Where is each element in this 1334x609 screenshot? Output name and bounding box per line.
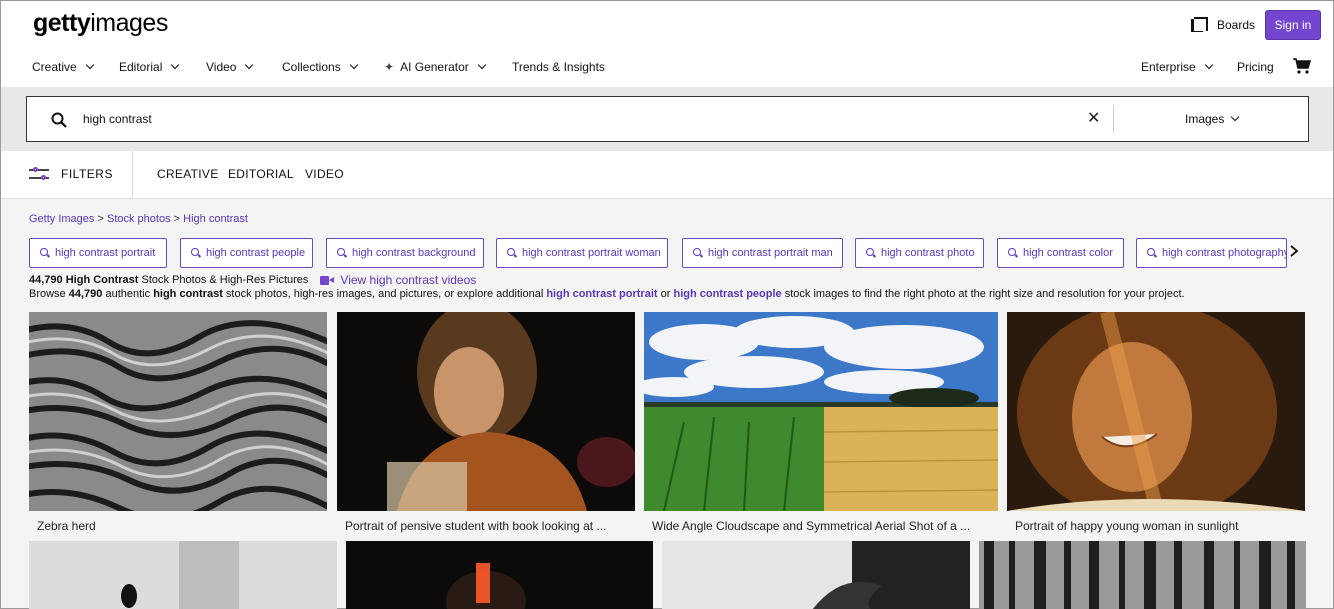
search-icon[interactable] <box>51 112 67 128</box>
chevron-down-icon <box>477 60 487 70</box>
getty-images-logo[interactable]: gettyimages <box>33 9 168 38</box>
nav-editorial[interactable]: Editorial <box>119 59 180 75</box>
image-result-thumbnail[interactable] <box>662 541 970 609</box>
breadcrumb-high-contrast[interactable]: High contrast <box>183 213 248 225</box>
boards-button[interactable]: Boards <box>1191 16 1255 34</box>
sparkle-icon: ✦ <box>384 60 395 74</box>
chevron-down-icon <box>349 60 358 70</box>
chevron-right-icon[interactable] <box>1289 244 1299 258</box>
view-videos-link[interactable]: View high contrast videos <box>320 273 476 287</box>
search-icon <box>191 248 201 258</box>
results-heading: 44,790 High Contrast Stock Photos & High… <box>29 273 477 287</box>
breadcrumb: Getty Images > Stock photos > High contr… <box>29 213 248 225</box>
related-search-chip[interactable]: high contrast portrait woman <box>496 238 668 268</box>
clear-search-icon[interactable]: ✕ <box>1087 111 1100 127</box>
search-icon <box>507 248 517 258</box>
chevron-down-icon <box>1204 60 1213 70</box>
tab-creative[interactable]: CREATIVE <box>157 167 219 181</box>
browse-description: Browse 44,790 authentic high contrast st… <box>29 288 1185 300</box>
breadcrumb-stock-photos[interactable]: Stock photos <box>107 213 171 225</box>
nav-enterprise[interactable]: Enterprise <box>1141 59 1213 75</box>
cart-icon[interactable] <box>1293 58 1311 74</box>
image-zebra-herd[interactable] <box>29 312 327 511</box>
tab-editorial[interactable]: EDITORIAL <box>228 167 294 181</box>
related-search-chip[interactable]: high contrast photo <box>855 238 984 268</box>
related-search-chip[interactable]: high contrast photography <box>1136 238 1287 268</box>
image-caption[interactable]: Zebra herd <box>37 519 96 533</box>
search-icon <box>40 248 50 258</box>
top-header: gettyimages Boards Sign in Creative Edit… <box>1 1 1333 87</box>
video-camera-icon <box>320 275 335 285</box>
link-high-contrast-portrait[interactable]: high contrast portrait <box>546 288 657 300</box>
sign-in-button[interactable]: Sign in <box>1265 10 1321 40</box>
breadcrumb-getty-images[interactable]: Getty Images <box>29 213 94 225</box>
image-result-thumbnail[interactable] <box>346 541 653 609</box>
related-search-chip[interactable]: high contrast color <box>997 238 1124 268</box>
nav-pricing[interactable]: Pricing <box>1237 59 1274 75</box>
nav-creative[interactable]: Creative <box>32 59 94 75</box>
filter-row: FILTERS CREATIVE EDITORIAL VIDEO <box>1 151 1333 199</box>
search-divider <box>1113 105 1114 133</box>
related-search-chip[interactable]: high contrast background <box>326 238 484 268</box>
search-icon <box>866 248 876 258</box>
boards-label: Boards <box>1217 18 1256 32</box>
link-high-contrast-people[interactable]: high contrast people <box>673 288 781 300</box>
chevron-down-icon <box>245 60 254 70</box>
related-search-chip[interactable]: high contrast portrait <box>29 238 167 268</box>
image-happy-woman[interactable] <box>1007 312 1305 511</box>
search-icon <box>1147 248 1157 258</box>
search-icon <box>1008 248 1018 258</box>
image-caption[interactable]: Portrait of happy young woman in sunligh… <box>1015 519 1238 533</box>
image-caption[interactable]: Wide Angle Cloudscape and Symmetrical Ae… <box>652 519 970 533</box>
nav-collections[interactable]: Collections <box>282 59 358 75</box>
image-cloudscape-field[interactable] <box>644 312 998 511</box>
search-icon <box>693 248 703 258</box>
image-result-thumbnail[interactable] <box>29 541 337 609</box>
image-caption[interactable]: Portrait of pensive student with book lo… <box>345 519 606 533</box>
boards-icon <box>1191 17 1208 33</box>
related-search-chip[interactable]: high contrast people <box>180 238 313 268</box>
search-bar[interactable]: high contrast ✕ Images <box>26 96 1309 142</box>
filters-button[interactable]: FILTERS <box>29 167 113 181</box>
nav-ai-generator[interactable]: ✦ AI Generator <box>384 59 487 75</box>
chevron-down-icon <box>171 60 180 70</box>
search-icon <box>337 248 347 258</box>
search-input[interactable]: high contrast <box>83 112 152 126</box>
nav-trends-insights[interactable]: Trends & Insights <box>512 59 605 75</box>
chevron-down-icon <box>1231 112 1240 122</box>
nav-video[interactable]: Video <box>206 59 254 75</box>
chevron-down-icon <box>85 60 94 70</box>
image-pensive-student[interactable] <box>337 312 635 511</box>
filter-divider <box>132 151 133 199</box>
sliders-icon <box>29 167 49 181</box>
related-search-chip[interactable]: high contrast portrait man <box>682 238 843 268</box>
image-result-thumbnail[interactable] <box>979 541 1306 609</box>
tab-video[interactable]: VIDEO <box>305 167 344 181</box>
search-type-dropdown[interactable]: Images <box>1185 112 1240 126</box>
